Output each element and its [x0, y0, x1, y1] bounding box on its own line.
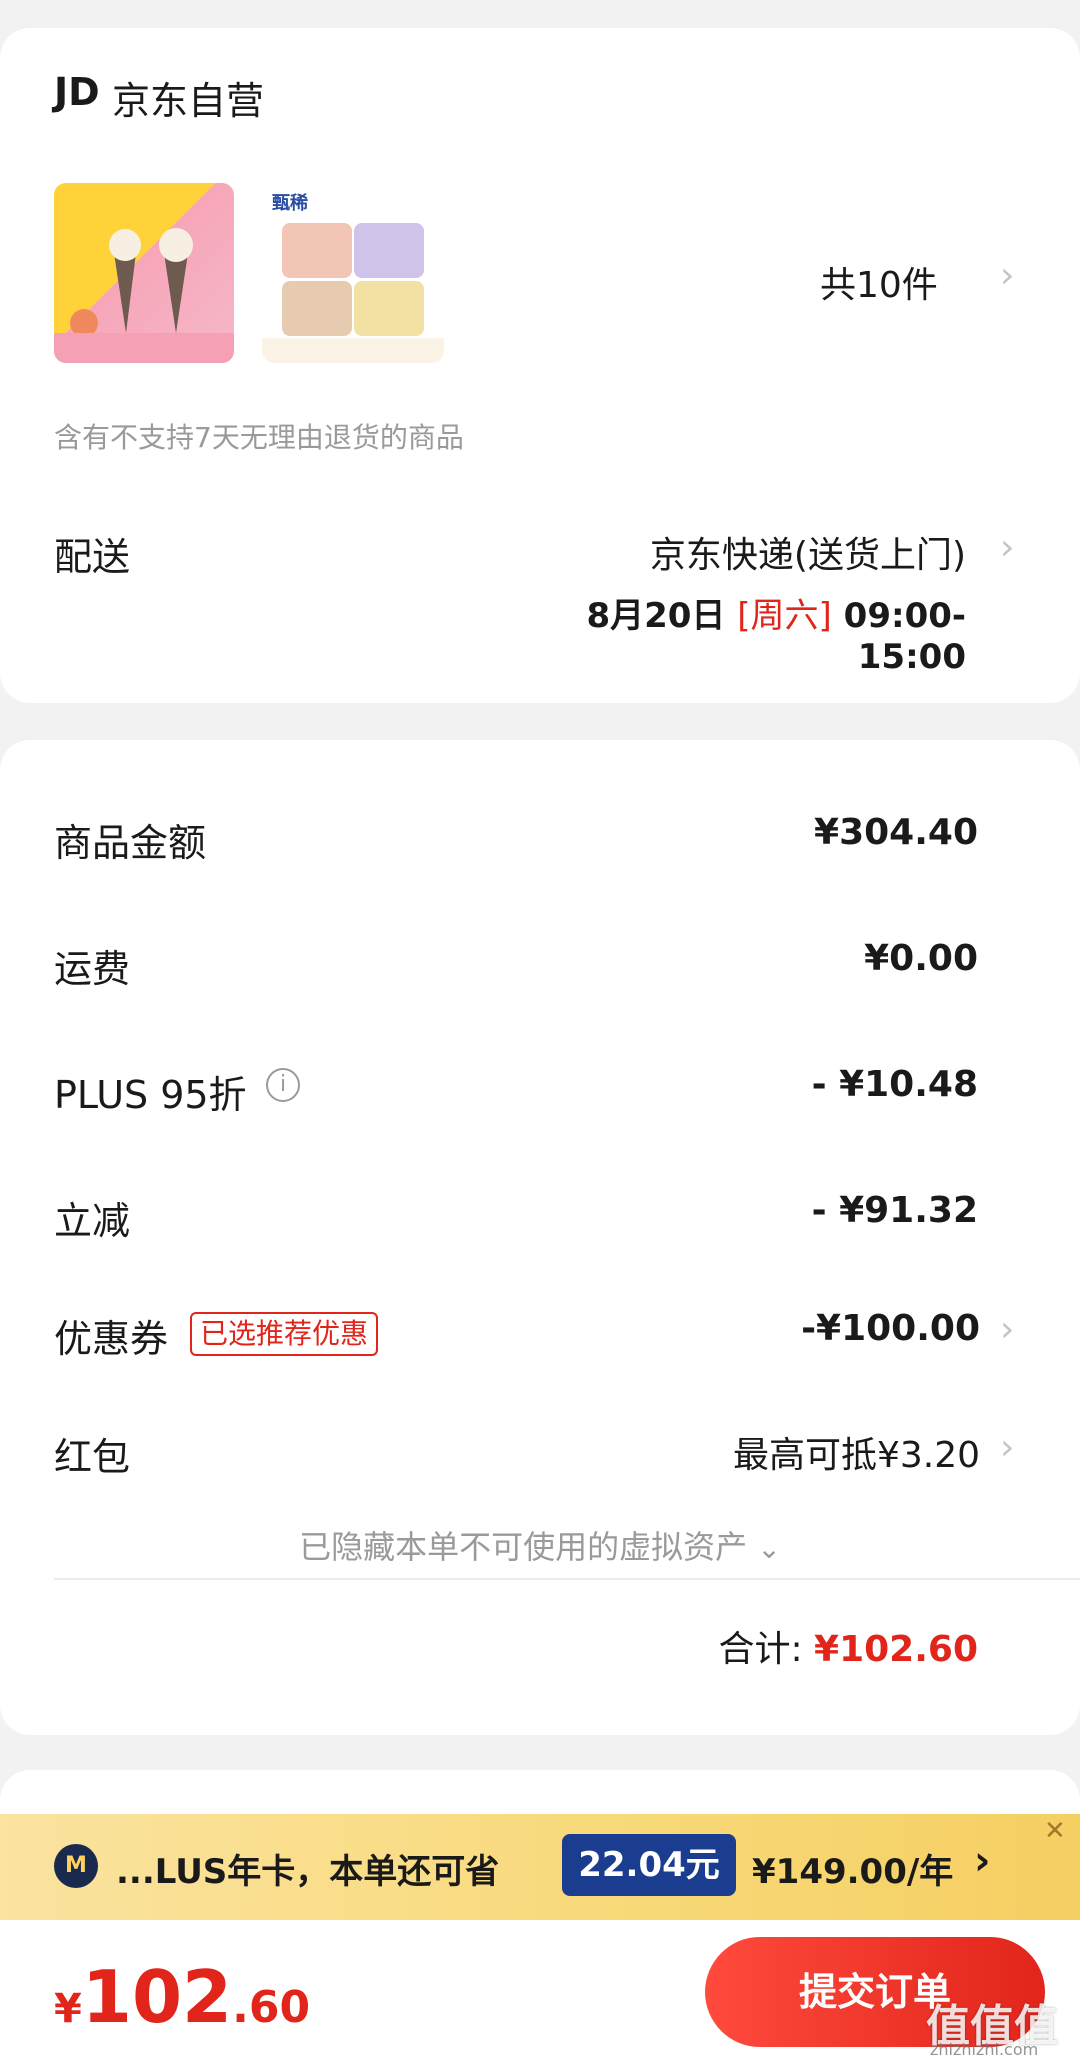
coupon-label: 优惠券 [54, 1317, 169, 1361]
watermark-url: zhizhizhi.com [930, 2040, 1039, 2059]
delivery-method[interactable]: 京东快递(送货上门) [620, 526, 966, 578]
delivery-date[interactable]: 8月20日 [周六] 09:00-15:00 [490, 588, 966, 677]
plus-price: ¥149.00/年 [752, 1852, 954, 1892]
pricing-card: 商品金额 ¥304.40 运费 ¥0.00 PLUS 95折 i - ¥10.4… [0, 740, 1080, 1735]
chevron-right-icon[interactable]: › [1000, 1430, 1014, 1466]
plus-banner-text: ...LUS年卡，本单还可省 [116, 1852, 500, 1892]
divider [54, 1578, 1080, 1580]
red-packet-value[interactable]: 最高可抵¥3.20 [600, 1426, 980, 1478]
plus-discount-value: - ¥10.48 [811, 1064, 978, 1105]
store-name: 京东自营 [112, 79, 265, 123]
close-icon[interactable]: ✕ [1044, 1816, 1066, 1846]
subtotal-value: ¥304.40 [814, 812, 978, 853]
delivery-weekday: [周六] [737, 596, 832, 636]
store-card: JD 京东自营 甄稀 共10件 › 含有不支持7天无理由退货的商品 配送 京东快… [0, 28, 1080, 703]
product-thumbnail-2[interactable]: 甄稀 [262, 183, 444, 363]
instant-discount-label: 立减 [54, 1199, 131, 1243]
chevron-right-icon[interactable]: › [974, 1838, 990, 1884]
coupon-value[interactable]: -¥100.00 [600, 1308, 980, 1349]
hidden-assets-toggle[interactable]: 已隐藏本单不可使用的虚拟资产 ⌄ [0, 1522, 1080, 1568]
jd-logo: JD [54, 70, 100, 114]
total-label: 合计: [718, 1629, 803, 1670]
delivery-date-text: 8月20日 [586, 596, 726, 636]
hidden-assets-text: 已隐藏本单不可使用的虚拟资产 [299, 1528, 748, 1566]
chevron-right-icon[interactable]: › [1000, 258, 1014, 294]
delivery-time: 09:00-15:00 [843, 596, 966, 677]
chevron-down-icon: ⌄ [757, 1532, 781, 1565]
chevron-right-icon[interactable]: › [1000, 1312, 1014, 1348]
shipping-label: 运费 [54, 947, 131, 991]
shipping-value: ¥0.00 [864, 938, 978, 979]
footer-price-dec: .60 [232, 1982, 311, 2033]
delivery-label: 配送 [54, 535, 131, 579]
plus-discount-label: PLUS 95折 [54, 1073, 247, 1117]
item-count[interactable]: 共10件 [820, 256, 938, 308]
plus-save-badge: 22.04元 [562, 1834, 736, 1896]
plus-banner[interactable]: M ...LUS年卡，本单还可省 22.04元 ¥149.00/年 › ✕ [0, 1814, 1080, 1920]
chevron-right-icon[interactable]: › [1000, 530, 1014, 566]
brand-label: 甄稀 [272, 193, 308, 214]
coupon-recommended-tag: 已选推荐优惠 [190, 1312, 379, 1356]
total-row: 合计: ¥102.60 [600, 1620, 978, 1672]
subtotal-label: 商品金额 [54, 821, 207, 865]
plus-logo-icon: M [54, 1844, 98, 1888]
return-policy-notice: 含有不支持7天无理由退货的商品 [54, 421, 464, 454]
red-packet-label: 红包 [54, 1435, 131, 1479]
footer-price-int: 102 [81, 1955, 233, 2039]
footer-price-symbol: ¥ [54, 1986, 82, 2032]
product-thumbnail-1[interactable] [54, 183, 234, 363]
instant-discount-value: - ¥91.32 [811, 1190, 978, 1231]
footer-price: ¥102.60 [54, 1955, 310, 2039]
info-icon[interactable]: i [266, 1068, 300, 1102]
total-value: ¥102.60 [814, 1629, 978, 1670]
ice-cream-cone-icon [54, 228, 234, 363]
